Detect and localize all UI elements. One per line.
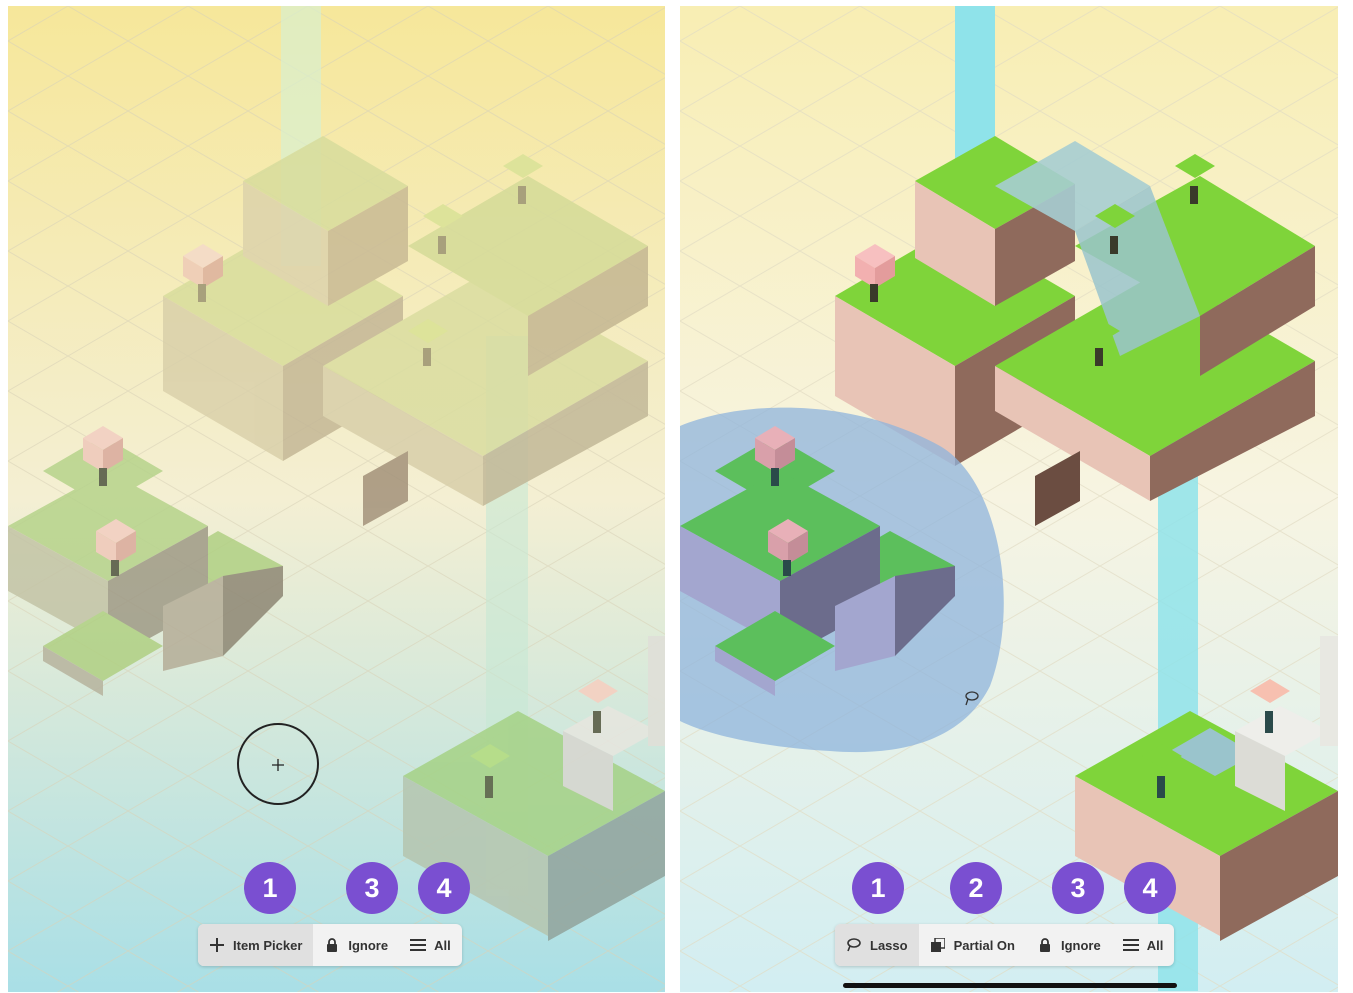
left-isometric-scene (8, 6, 665, 992)
selection-toolbar: Item Picker Ignore All (198, 924, 462, 966)
plus-icon (209, 937, 225, 953)
all-label: All (434, 937, 451, 953)
partial-on-button[interactable]: Partial On (919, 924, 1026, 966)
step-marker-1: 1 (244, 862, 296, 914)
step-marker-1: 1 (852, 862, 904, 914)
lock-icon (1037, 937, 1053, 953)
step-marker-4: 4 (1124, 862, 1176, 914)
step-marker-4: 4 (418, 862, 470, 914)
right-canvas-panel[interactable]: 1 2 3 4 Lasso Partial On Ignore All (680, 6, 1338, 992)
lasso-icon (846, 937, 862, 953)
right-isometric-scene (680, 6, 1338, 992)
layers-icon (1122, 937, 1139, 953)
partial-on-label: Partial On (953, 937, 1015, 953)
all-label: All (1146, 937, 1164, 953)
partial-select-icon (930, 937, 946, 953)
ignore-button[interactable]: Ignore (313, 924, 399, 966)
all-button[interactable]: All (1112, 924, 1175, 966)
item-picker-label: Item Picker (233, 937, 303, 953)
plus-icon (272, 758, 284, 771)
step-marker-2: 2 (950, 862, 1002, 914)
ignore-button[interactable]: Ignore (1026, 924, 1112, 966)
lock-icon (324, 937, 340, 953)
home-indicator[interactable] (843, 983, 1177, 988)
lasso-button[interactable]: Lasso (835, 924, 919, 966)
lasso-label: Lasso (870, 937, 908, 953)
item-picker-button[interactable]: Item Picker (198, 924, 314, 966)
left-canvas-panel[interactable]: 1 3 4 Item Picker Ignore All (8, 6, 665, 992)
selection-toolbar: Lasso Partial On Ignore All (835, 924, 1175, 966)
step-marker-3: 3 (346, 862, 398, 914)
ignore-label: Ignore (1061, 937, 1101, 953)
all-button[interactable]: All (399, 924, 462, 966)
layers-icon (410, 937, 427, 953)
item-picker-crosshair[interactable] (237, 723, 319, 805)
step-marker-3: 3 (1052, 862, 1104, 914)
ignore-label: Ignore (348, 937, 389, 953)
